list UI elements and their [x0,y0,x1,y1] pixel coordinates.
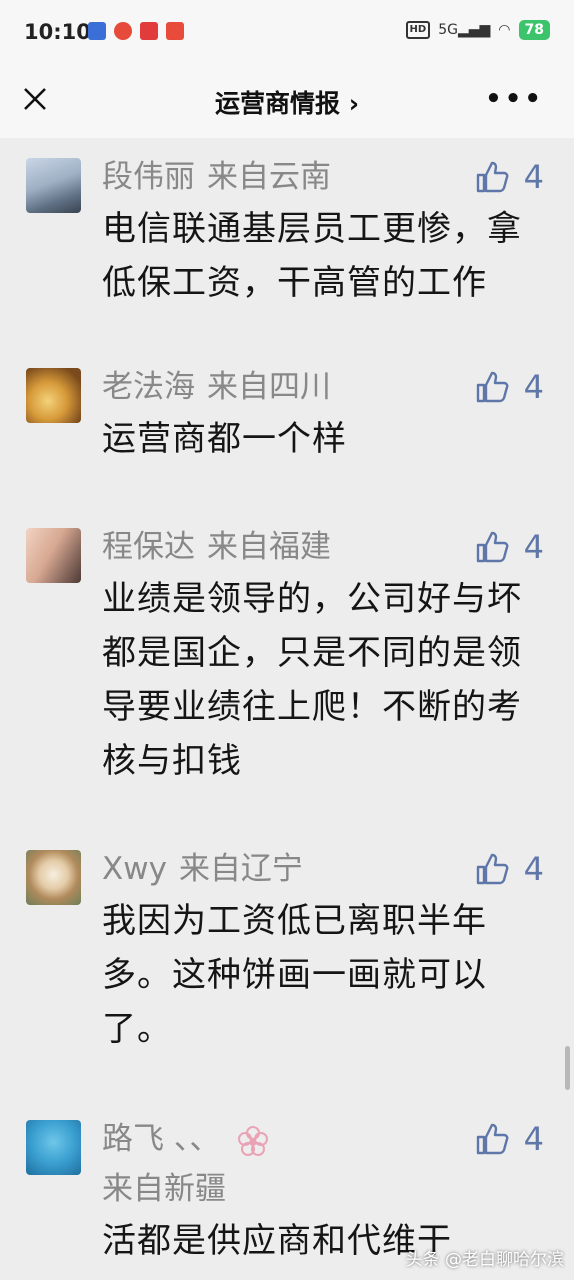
app-notification-icon [88,22,106,40]
commenter-name[interactable]: Xwy [102,851,167,887]
status-time: 10:10 [24,20,91,44]
thumbs-up-icon [476,1123,509,1155]
thumbs-up-icon [476,371,509,403]
like-count: 4 [523,850,544,888]
comment-item: 段伟丽 来自云南 4 电信联通基层员工更惨，拿低保工资，干高管的工作 [0,152,574,310]
like-button[interactable]: 4 [474,522,544,572]
app-notification-icon [166,22,184,40]
avatar[interactable] [26,850,81,905]
status-bar: 10:10 HD 5G▂▄▆ ◠ 78 [0,0,574,66]
commenter-name[interactable]: 老法海 [102,369,195,405]
like-button[interactable]: 4 [474,152,544,202]
wifi-icon: ◠ [498,22,511,38]
avatar[interactable] [26,1120,81,1175]
flower-badge-icon [238,1125,269,1156]
thumbs-up-icon [476,161,509,193]
comment-text: 业绩是领导的，公司好与坏都是国企，只是不同的是领导要业绩往上爬！不断的考核与扣钱 [102,579,522,781]
comment-text: 运营商都一个样 [102,419,347,459]
comment-text: 我因为工资低已离职半年多。这种饼画一画就可以了。 [102,901,487,1049]
comment-item: 老法海 来自四川 4 运营商都一个样 [0,362,574,466]
comment-location: 来自云南 [207,159,331,195]
comment-item: Xwy 来自辽宁 4 我因为工资低已离职半年多。这种饼画一画就可以了。 [0,844,574,1056]
like-button[interactable]: 4 [474,1114,544,1164]
battery-icon: 78 [518,20,550,40]
like-count: 4 [523,368,544,406]
signal-icon: 5G▂▄▆ [438,22,491,38]
watermark: 头条 @老白聊哈尔滨 [405,1250,564,1270]
comment-location: 来自新疆 [102,1171,226,1207]
comment-item: 程保达 来自福建 4 业绩是领导的，公司好与坏都是国企，只是不同的是领导要业绩往上… [0,522,574,788]
comment-location: 来自辽宁 [178,851,303,887]
app-notification-icon [114,22,132,40]
more-icon[interactable]: ••• [485,86,544,112]
comment-list: 段伟丽 来自云南 4 电信联通基层员工更惨，拿低保工资，干高管的工作 老法海 来自四… [0,152,574,1268]
comment-text: 电信联通基层员工更惨，拿低保工资，干高管的工作 [102,209,522,303]
comment-location-row: 来自新疆 [102,1164,546,1214]
network-type: 5G [438,22,458,38]
thumbs-up-icon [476,853,509,885]
comment-location: 来自福建 [207,529,331,565]
like-count: 4 [523,1120,544,1158]
system-indicators: HD 5G▂▄▆ ◠ 78 [405,20,550,40]
thumbs-up-icon [476,531,509,563]
nav-bar: 运营商情报 › ••• [0,66,574,138]
notification-icons [88,22,184,40]
scrollbar[interactable] [565,1046,570,1090]
hd-icon: HD [405,21,431,39]
like-count: 4 [523,528,544,566]
avatar[interactable] [26,368,81,423]
avatar[interactable] [26,528,81,583]
comment-location: 来自四川 [207,369,331,405]
commenter-name[interactable]: 程保达 [102,529,195,565]
like-count: 4 [523,158,544,196]
commenter-name[interactable]: 段伟丽 [102,159,195,195]
like-button[interactable]: 4 [474,844,544,894]
avatar[interactable] [26,158,81,213]
commenter-name[interactable]: 路飞 、、 [102,1121,220,1157]
like-button[interactable]: 4 [474,362,544,412]
app-notification-icon [140,22,158,40]
